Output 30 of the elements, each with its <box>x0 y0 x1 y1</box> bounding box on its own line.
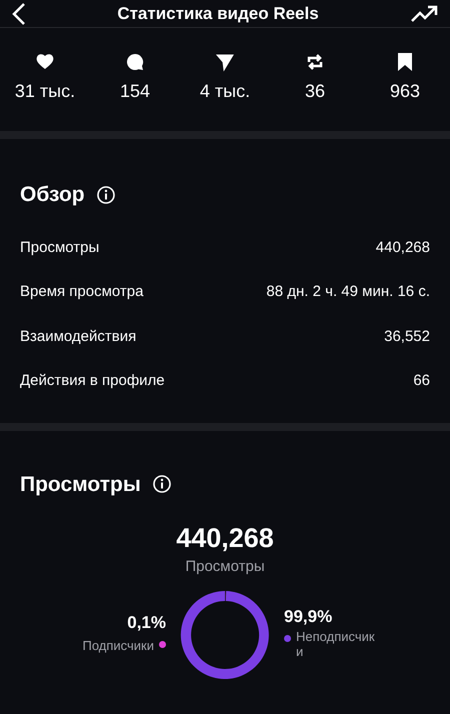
speech-bubble-icon <box>125 52 145 72</box>
metric-value: 36,552 <box>384 326 430 346</box>
stat-value: 36 <box>304 80 326 103</box>
total-views: 440,268 <box>176 522 274 555</box>
stat-value: 963 <box>390 80 420 103</box>
total-label: Просмотры <box>185 556 265 577</box>
info-icon[interactable] <box>152 475 171 494</box>
repost-icon <box>305 52 325 72</box>
metric-label: Время просмотра <box>20 282 144 302</box>
metric-label: Взаимодействия <box>20 326 136 346</box>
section-title: Обзор <box>20 182 85 208</box>
trend-icon[interactable] <box>410 4 438 24</box>
metric-value: 88 дн. 2 ч. 49 мин. 16 с. <box>266 282 430 302</box>
bookmark-icon <box>395 52 415 72</box>
legend-percent: 0,1% <box>127 612 166 634</box>
stat-value: 31 тыс. <box>14 80 76 103</box>
metric-label: Просмотры <box>20 238 100 258</box>
metric-value: 440,268 <box>376 238 430 258</box>
back-icon[interactable] <box>12 2 26 24</box>
legend-percent: 99,9% <box>284 606 332 628</box>
metric-value: 66 <box>413 371 430 391</box>
stat-value: 154 <box>120 80 150 103</box>
stat-value: 4 тыс. <box>200 80 250 103</box>
legend-label: Неподписчики <box>296 630 376 660</box>
metric-label: Действия в профиле <box>20 371 165 391</box>
screen-title: Статистика видео Reels <box>117 2 319 25</box>
section-title: Просмотры <box>20 472 141 498</box>
heart-icon <box>35 52 55 72</box>
info-icon[interactable] <box>96 186 115 204</box>
legend-label: Подписчики <box>82 636 154 655</box>
